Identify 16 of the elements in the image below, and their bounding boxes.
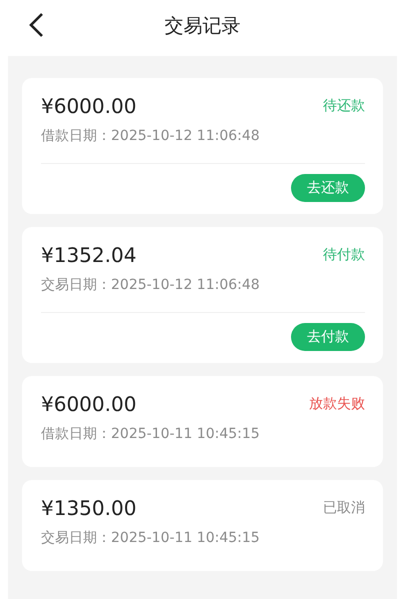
page-title: 交易记录: [164, 14, 240, 39]
record-date: 交易日期：2025-10-11 10:45:15: [41, 529, 261, 548]
status-label: 待还款: [323, 97, 365, 115]
back-icon[interactable]: [28, 12, 44, 38]
action-button[interactable]: 去还款: [291, 174, 365, 202]
amount: ¥1350.00: [41, 496, 136, 520]
amount: ¥6000.00: [41, 392, 136, 416]
status-label: 放款失败: [309, 395, 365, 413]
status-label: 待付款: [323, 246, 365, 264]
record-date: 交易日期：2025-10-12 11:06:48: [41, 276, 261, 295]
record-date: 借款日期：2025-10-11 10:45:15: [41, 425, 261, 444]
status-label: 已取消: [323, 499, 365, 517]
action-button[interactable]: 去付款: [291, 323, 365, 351]
amount: ¥1352.04: [41, 243, 136, 267]
amount: ¥6000.00: [41, 94, 136, 118]
record-date: 借款日期：2025-10-12 11:06:48: [41, 127, 261, 146]
